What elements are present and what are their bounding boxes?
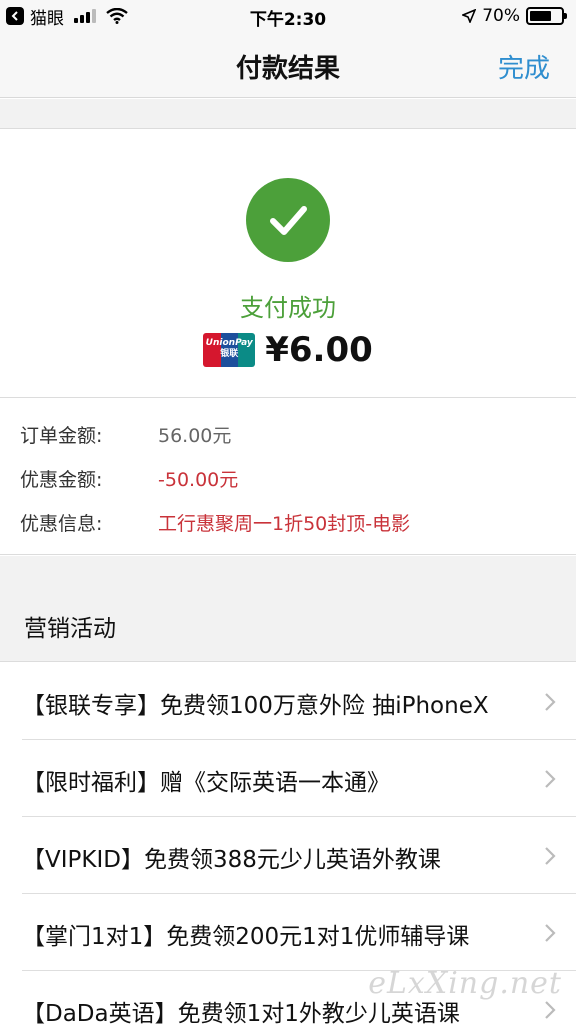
paid-amount: ¥6.00 [265, 330, 373, 370]
battery-percent: 70% [482, 6, 520, 26]
page-title: 付款结果 [235, 54, 340, 84]
location-icon [462, 9, 477, 23]
order-details: 订单金额: 56.00元 优惠金额: -50.00元 优惠信息: 工行惠聚周一1… [0, 399, 576, 555]
status-bar: 猫眼 下午2:30 70% [0, 0, 576, 34]
promotions-header: 营销活动 [0, 556, 576, 662]
promotions-title: 营销活动 [24, 616, 116, 642]
navigation-bar: 付款结果 完成 [0, 34, 576, 98]
promo-item[interactable]: 【掌门1对1】免费领200元1对1优师辅导课 [22, 894, 576, 971]
amount-row: UnionPay 银联 ¥6.00 [0, 330, 576, 370]
detail-order-amount: 订单金额: 56.00元 [20, 419, 231, 449]
battery-icon [526, 7, 567, 25]
promo-item[interactable]: 【VIPKID】免费领388元少儿英语外教课 [22, 817, 576, 894]
chevron-right-icon [545, 770, 556, 788]
detail-label: 优惠金额: [20, 468, 103, 491]
unionpay-logo-text-cn: 银联 [220, 349, 239, 359]
promo-item-label: 【掌门1对1】免费领200元1对1优师辅导课 [22, 924, 470, 950]
detail-value: -50.00元 [158, 468, 239, 491]
chevron-right-icon [545, 1001, 556, 1019]
section-spacer [0, 99, 576, 129]
detail-discount-info: 优惠信息: 工行惠聚周一1折50封顶-电影 [20, 507, 410, 537]
unionpay-logo-icon: UnionPay 银联 [203, 333, 256, 367]
detail-label: 优惠信息: [20, 512, 103, 535]
detail-value: 56.00元 [158, 424, 232, 447]
watermark: eLxXing.net [368, 966, 562, 1001]
detail-label: 订单金额: [20, 424, 103, 447]
promo-item[interactable]: 【银联专享】免费领100万意外险 抽iPhoneX [22, 663, 576, 740]
done-button[interactable]: 完成 [498, 48, 550, 85]
payment-result-panel: 支付成功 UnionPay 银联 ¥6.00 [0, 130, 576, 398]
unionpay-logo-text: UnionPay [205, 338, 253, 348]
chevron-right-icon [545, 847, 556, 865]
status-right: 70% [462, 5, 567, 27]
promo-item-label: 【银联专享】免费领100万意外险 抽iPhoneX [22, 693, 489, 719]
detail-value: 工行惠聚周一1折50封顶-电影 [158, 512, 411, 535]
detail-discount-amount: 优惠金额: -50.00元 [20, 463, 238, 493]
payment-status: 支付成功 [240, 294, 336, 322]
chevron-right-icon [545, 924, 556, 942]
promo-item-label: 【VIPKID】免费领388元少儿英语外教课 [22, 847, 441, 873]
success-check-icon [246, 178, 330, 262]
promo-item-label: 【限时福利】赠《交际英语一本通》 [22, 770, 390, 796]
chevron-right-icon [545, 693, 556, 711]
promo-item[interactable]: 【限时福利】赠《交际英语一本通》 [22, 740, 576, 817]
battery-level [530, 11, 551, 21]
